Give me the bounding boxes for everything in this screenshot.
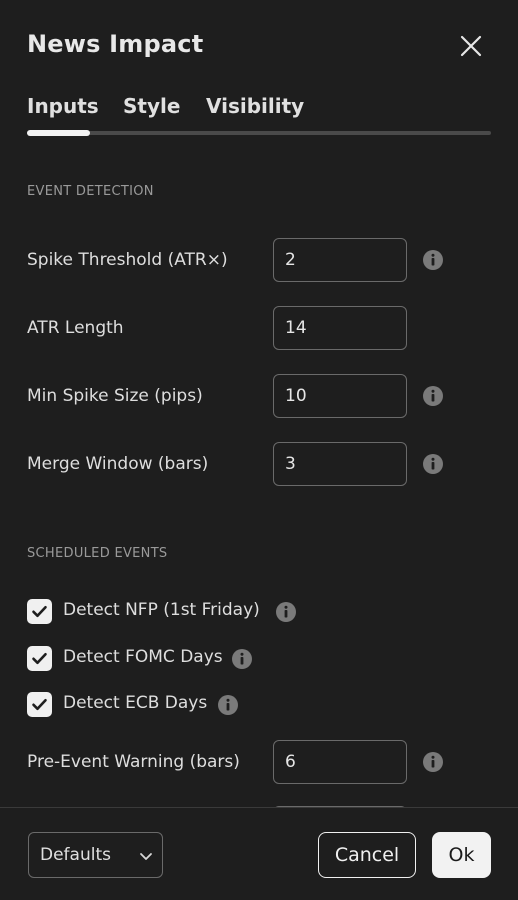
news-impact-dialog: News Impact Inputs Style Visibility EVEN… — [0, 0, 518, 900]
ok-button[interactable]: Ok — [432, 832, 491, 878]
tab-track — [27, 131, 491, 135]
merge-window-input[interactable] — [273, 442, 407, 486]
row-label-spike-threshold: Spike Threshold (ATR×) — [27, 250, 228, 270]
atr-length-input[interactable] — [273, 306, 407, 350]
defaults-dropdown[interactable]: Defaults — [28, 832, 163, 878]
tab-style[interactable]: Style — [123, 94, 180, 118]
check-icon[interactable] — [27, 646, 52, 671]
close-icon[interactable] — [458, 33, 484, 59]
min-spike-size-input[interactable] — [273, 374, 407, 418]
row-label-pre-event-warning: Pre-Event Warning (bars) — [27, 752, 240, 772]
check-icon[interactable] — [27, 692, 52, 717]
tab-visibility[interactable]: Visibility — [206, 94, 304, 118]
spike-threshold-input[interactable] — [273, 238, 407, 282]
info-icon[interactable] — [217, 694, 239, 716]
info-icon[interactable] — [231, 648, 253, 670]
dialog-title: News Impact — [27, 30, 204, 58]
info-icon[interactable] — [422, 249, 444, 271]
checkbox-label-fomc[interactable]: Detect FOMC Days — [63, 647, 223, 667]
section-title-event-detection: EVENT DETECTION — [27, 184, 154, 199]
row-label-atr-length: ATR Length — [27, 318, 124, 338]
tab-inputs[interactable]: Inputs — [27, 94, 99, 118]
info-icon[interactable] — [422, 751, 444, 773]
chevron-down-icon — [138, 848, 154, 864]
info-icon[interactable] — [422, 453, 444, 475]
pre-event-warning-input[interactable] — [273, 740, 407, 784]
checkbox-label-nfp[interactable]: Detect NFP (1st Friday) — [63, 600, 260, 620]
section-title-scheduled-events: SCHEDULED EVENTS — [27, 546, 168, 561]
info-icon[interactable] — [422, 385, 444, 407]
cancel-button[interactable]: Cancel — [318, 832, 416, 878]
row-label-min-spike-size: Min Spike Size (pips) — [27, 386, 203, 406]
tab-bar: Inputs Style Visibility — [27, 94, 497, 124]
tab-active-indicator — [27, 130, 90, 136]
row-label-merge-window: Merge Window (bars) — [27, 454, 209, 474]
check-icon[interactable] — [27, 599, 52, 624]
dialog-footer: Defaults Cancel Ok — [0, 808, 518, 900]
info-icon[interactable] — [275, 601, 297, 623]
checkbox-label-ecb[interactable]: Detect ECB Days — [63, 693, 207, 713]
defaults-label: Defaults — [40, 845, 111, 865]
